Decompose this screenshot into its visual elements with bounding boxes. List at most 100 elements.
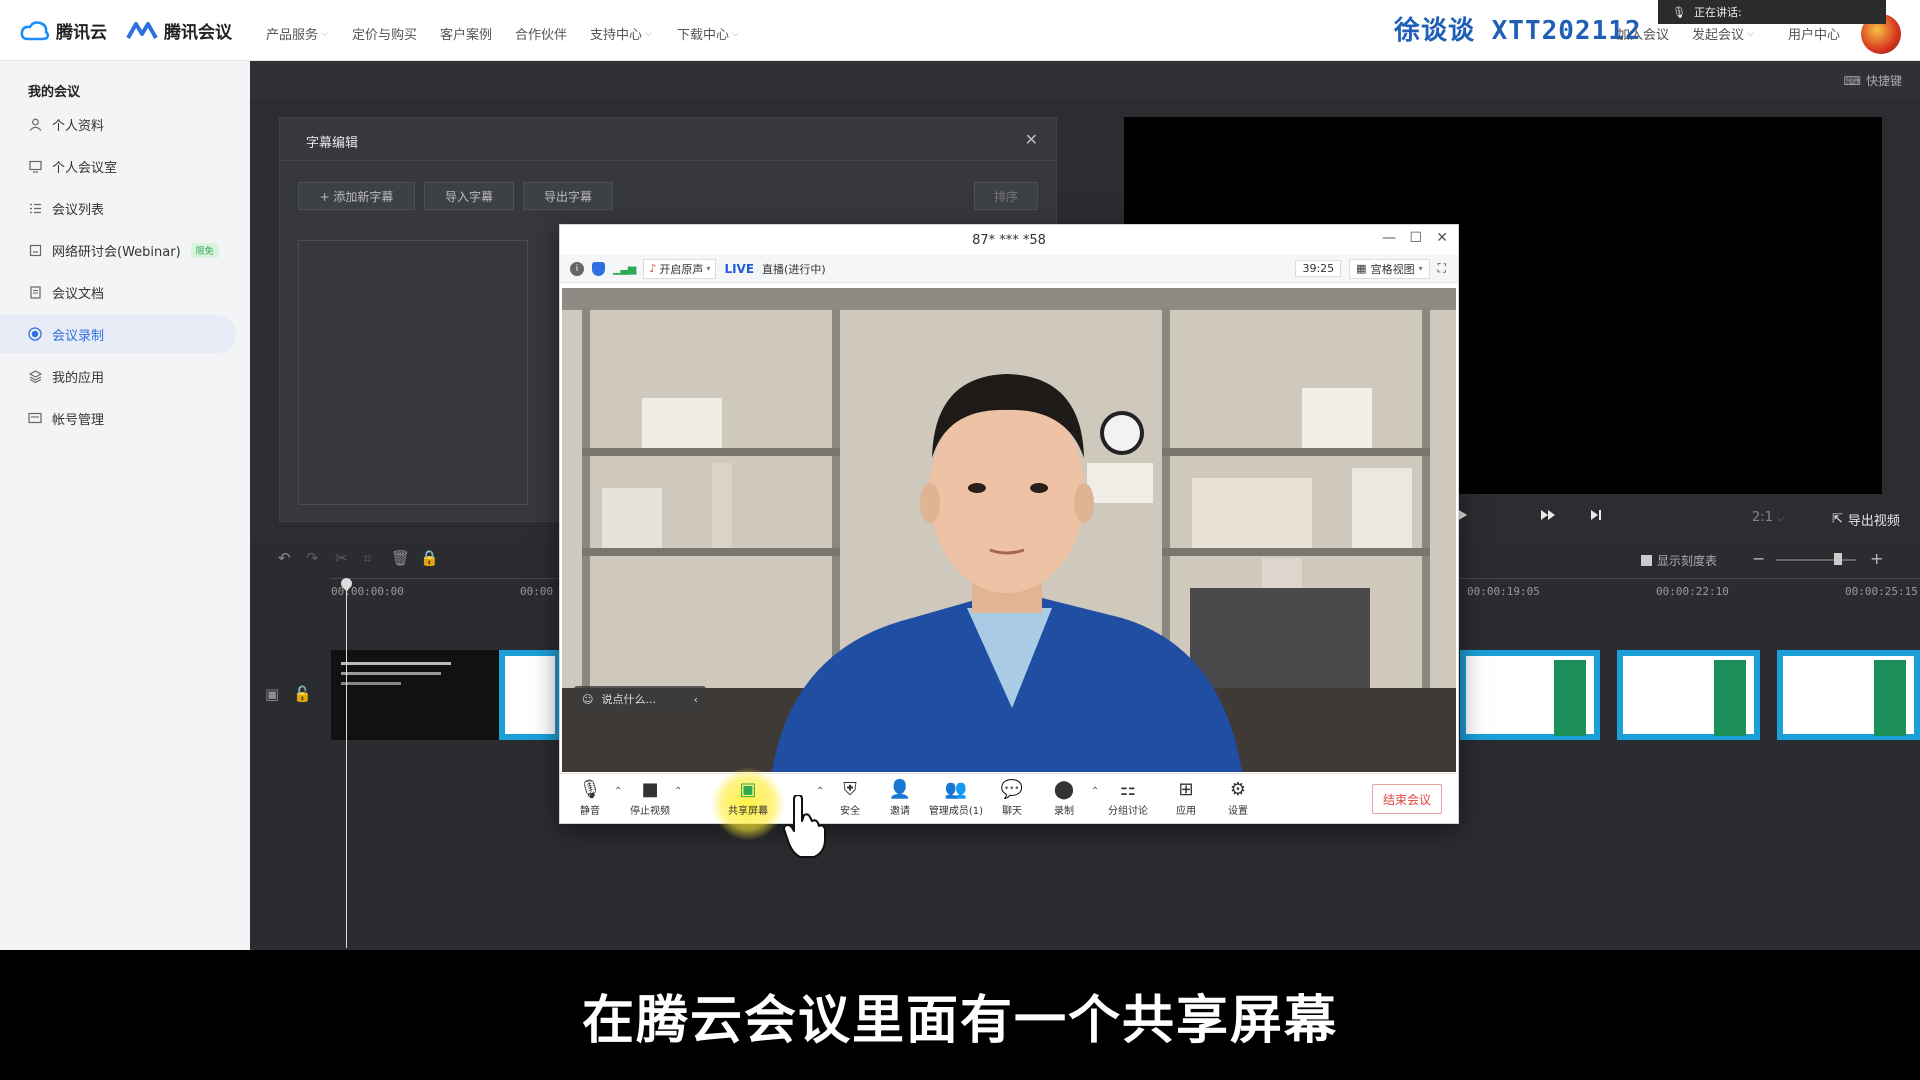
invite-button[interactable]: 👤 邀请 bbox=[870, 779, 930, 818]
join-meeting-link[interactable]: 加入会议 bbox=[1617, 24, 1669, 43]
timeline-clip[interactable] bbox=[331, 650, 499, 740]
clip-thumbnail bbox=[1466, 656, 1594, 736]
fast-forward-icon[interactable] bbox=[1540, 509, 1556, 521]
tencent-cloud-logo[interactable]: 腾讯云 bbox=[20, 18, 107, 43]
channel-watermark: 徐谈谈 XTT202112 bbox=[1394, 16, 1642, 46]
sidebar-item-personal-room[interactable]: 个人会议室 bbox=[0, 147, 236, 185]
playback-speed-select[interactable]: 2:1 ⌵ bbox=[1752, 510, 1784, 525]
logo-meeting-text: 腾讯会议 bbox=[164, 23, 232, 43]
stop-video-button[interactable]: ■ 停止视频 bbox=[620, 780, 680, 818]
sidebar-item-label: 个人资料 bbox=[52, 118, 105, 134]
timeline-clip[interactable] bbox=[1617, 650, 1760, 740]
sidebar-item-webinar[interactable]: 网络研讨会(Webinar) 限免 bbox=[0, 231, 236, 269]
nav-products[interactable]: 产品服务 ⌵ bbox=[266, 24, 328, 43]
control-label: 分组讨论 bbox=[1108, 806, 1148, 817]
timeline-clip[interactable] bbox=[1460, 650, 1600, 740]
track-lock-icon[interactable]: 🔓 bbox=[293, 685, 312, 703]
shortcut-button[interactable]: ⌨ 快捷键 bbox=[1844, 72, 1902, 89]
chevron-up-icon[interactable]: ⌃ bbox=[674, 786, 682, 797]
nav-partners[interactable]: 合作伙伴 bbox=[515, 24, 567, 43]
clip-thumbnail bbox=[1623, 656, 1754, 736]
shield-icon[interactable] bbox=[592, 261, 605, 276]
panel-divider bbox=[280, 160, 1056, 161]
clip-face bbox=[1714, 660, 1746, 736]
settings-button[interactable]: ⚙ 设置 bbox=[1208, 780, 1268, 818]
monitor-icon bbox=[28, 159, 42, 173]
skip-end-icon[interactable] bbox=[1590, 509, 1602, 521]
control-label: 管理成员(1) bbox=[928, 806, 984, 817]
undo-icon[interactable]: ↶ bbox=[278, 549, 291, 567]
zoom-slider[interactable] bbox=[1776, 559, 1856, 561]
control-label: 邀请 bbox=[890, 806, 910, 817]
zoom-slider-handle[interactable] bbox=[1834, 553, 1842, 565]
sidebar-item-account[interactable]: 帐号管理 bbox=[0, 399, 236, 437]
share-screen-button[interactable]: ▣ 共享屏幕 bbox=[712, 768, 784, 840]
chevron-down-icon: ⌵ bbox=[645, 28, 652, 39]
nav-label: 合作伙伴 bbox=[515, 28, 568, 43]
sidebar-item-profile[interactable]: 个人资料 bbox=[0, 105, 236, 143]
lock-icon[interactable]: 🔒 bbox=[420, 549, 439, 567]
import-subtitle-button[interactable]: 导入字幕 bbox=[424, 182, 514, 210]
chat-button[interactable]: 💬 聊天 bbox=[982, 780, 1042, 818]
breakout-rooms-button[interactable]: ⚏ 分组讨论 bbox=[1098, 780, 1158, 818]
close-icon[interactable]: ✕ bbox=[1025, 130, 1038, 149]
export-subtitle-button[interactable]: 导出字幕 bbox=[523, 182, 613, 210]
delete-icon[interactable]: 🗑 bbox=[391, 549, 410, 567]
view-mode-select[interactable]: ▦ 宫格视图 ▾ bbox=[1349, 258, 1430, 279]
microphone-icon: 🎙 bbox=[578, 779, 602, 800]
add-subtitle-button[interactable]: + 添加新字幕 bbox=[298, 182, 415, 210]
sidebar-item-recordings[interactable]: 会议录制 bbox=[0, 315, 236, 353]
manage-members-button[interactable]: 👥 管理成员(1) bbox=[926, 780, 986, 818]
control-label: 应用 bbox=[1176, 806, 1196, 817]
nav-support[interactable]: 支持中心 ⌵ bbox=[590, 24, 652, 43]
shield-icon: ⛨ bbox=[843, 779, 857, 800]
sidebar-title: 我的会议 bbox=[28, 85, 81, 100]
crop-icon[interactable]: ⌗ bbox=[363, 549, 371, 567]
export-video-button[interactable]: ⇱ 导出视频 bbox=[1832, 510, 1900, 529]
sidebar-item-documents[interactable]: 会议文档 bbox=[0, 273, 236, 311]
nav-pricing[interactable]: 定价与购买 bbox=[352, 24, 417, 43]
record-button[interactable]: ⬤ 录制 bbox=[1034, 780, 1094, 818]
show-scale-checkbox[interactable]: 显示刻度表 bbox=[1641, 552, 1717, 569]
playhead[interactable] bbox=[346, 580, 347, 948]
chevron-down-icon: ⌵ bbox=[732, 28, 739, 39]
tencent-meeting-logo[interactable]: 腾讯会议 bbox=[126, 18, 232, 43]
chat-input-bubble[interactable]: ☺ 说点什么... ‹ bbox=[574, 686, 706, 712]
zoom-in-icon[interactable]: + bbox=[1870, 549, 1883, 568]
redo-icon[interactable]: ↷ bbox=[306, 549, 319, 567]
live-status[interactable]: 直播(进行中) bbox=[762, 261, 826, 277]
sidebar-item-meeting-list[interactable]: 会议列表 bbox=[0, 189, 236, 227]
link-label: 加入会议 bbox=[1617, 28, 1670, 43]
timeline-clip[interactable] bbox=[1777, 650, 1920, 740]
nav-label: 支持中心 bbox=[590, 28, 643, 43]
nav-download[interactable]: 下载中心 ⌵ bbox=[677, 24, 739, 43]
start-meeting-link[interactable]: 发起会议 ⌵ bbox=[1692, 24, 1754, 43]
user-icon bbox=[28, 117, 42, 131]
sidebar-item-label: 会议录制 bbox=[52, 328, 105, 344]
nav-cases[interactable]: 客户案例 bbox=[440, 24, 492, 43]
apps-button[interactable]: ⊞ 应用 bbox=[1156, 780, 1216, 818]
user-center-link[interactable]: 用户中心 bbox=[1788, 24, 1840, 43]
sidebar-item-label: 网络研讨会(Webinar) bbox=[52, 244, 181, 260]
close-icon[interactable]: ✕ bbox=[1436, 230, 1448, 246]
cut-icon[interactable]: ✂ bbox=[335, 549, 348, 567]
mute-button[interactable]: 🎙 静音 bbox=[560, 779, 620, 818]
control-label: 停止视频 bbox=[630, 806, 670, 817]
speaking-indicator: 🎙 正在讲话: bbox=[1658, 0, 1886, 24]
grid-icon: ▦ bbox=[1356, 262, 1367, 275]
tick-label: 00:00 bbox=[520, 585, 554, 598]
original-sound-label: 开启原声 bbox=[659, 262, 704, 276]
clip-text-line bbox=[341, 682, 401, 685]
zoom-out-icon[interactable]: − bbox=[1752, 549, 1765, 568]
maximize-icon[interactable]: ☐ bbox=[1409, 230, 1422, 246]
add-user-icon: 👤 bbox=[888, 779, 912, 800]
sort-button[interactable]: 排序 bbox=[974, 182, 1038, 210]
fullscreen-icon[interactable]: ⛶ bbox=[1438, 261, 1446, 276]
minimize-icon[interactable]: — bbox=[1382, 230, 1396, 246]
info-icon[interactable]: i bbox=[570, 261, 584, 276]
timeline-clip[interactable] bbox=[499, 650, 561, 740]
chevron-left-icon[interactable]: ‹ bbox=[694, 693, 698, 706]
original-sound-toggle[interactable]: ♪ 开启原声 ▾ bbox=[643, 258, 717, 279]
end-meeting-button[interactable]: 结束会议 bbox=[1372, 784, 1442, 814]
sidebar-item-apps[interactable]: 我的应用 bbox=[0, 357, 236, 395]
